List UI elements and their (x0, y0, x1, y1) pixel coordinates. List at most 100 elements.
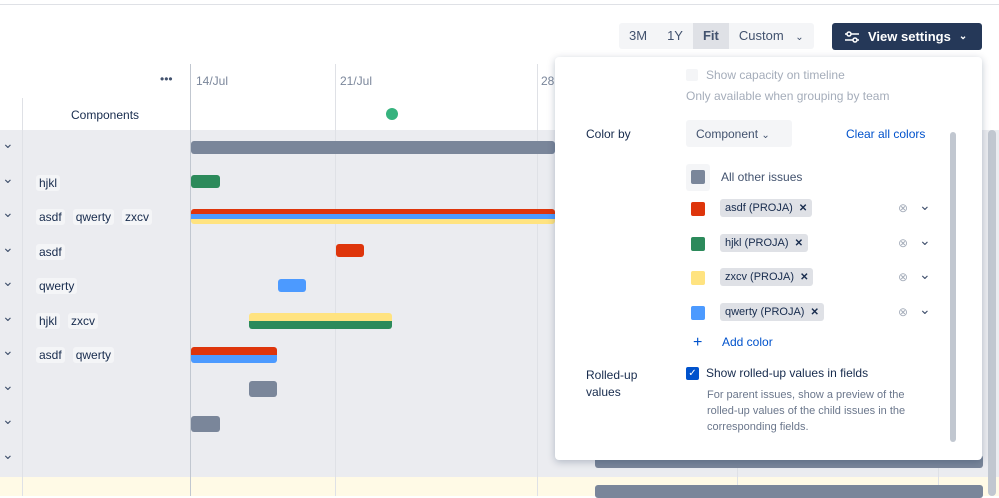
component-tag: asdf (36, 209, 65, 225)
expand-chevron-icon[interactable]: ⌄ (2, 377, 14, 394)
range-fit-button[interactable]: Fit (692, 23, 729, 49)
view-settings-panel: Show capacity on timeline Only available… (555, 57, 982, 460)
remove-chip-icon[interactable]: ✕ (810, 307, 818, 318)
expand-chevron-icon[interactable]: ⌄ (2, 411, 14, 428)
capacity-label: Show capacity on timeline (706, 68, 845, 82)
color-swatch[interactable] (691, 236, 705, 251)
sliders-icon (845, 30, 859, 43)
color-swatch[interactable] (691, 202, 705, 216)
range-custom-dropdown[interactable]: Custom ⌄ (729, 23, 814, 49)
color-by-dropdown[interactable]: Component ⌄ (686, 120, 792, 147)
components-cell: qwerty (36, 278, 85, 294)
clear-all-colors-link[interactable]: Clear all colors (846, 127, 925, 141)
component-chip-label: asdf (PROJA) (725, 202, 793, 214)
timeline-bar[interactable] (249, 381, 277, 397)
component-chip-label: qwerty (PROJA) (725, 305, 805, 318)
chevron-down-icon[interactable]: ⌄ (919, 232, 931, 249)
component-tag: hjkl (36, 174, 61, 191)
component-tag: asdf (36, 243, 65, 260)
components-column-header: Components (71, 108, 140, 122)
components-cell: asdf qwerty zxcv (36, 209, 160, 225)
timeline-bar[interactable] (595, 485, 983, 498)
chevron-down-icon: ⌄ (795, 32, 804, 43)
rolled-up-label: Rolled-up values (586, 368, 638, 399)
color-by-label: Color by (586, 127, 631, 141)
column-divider (22, 130, 23, 496)
component-tag: zxcv (68, 312, 99, 329)
expand-chevron-icon[interactable]: ⌄ (2, 273, 14, 290)
plus-icon[interactable]: + (693, 334, 702, 352)
add-color-link[interactable]: Add color (722, 335, 773, 349)
view-settings-button[interactable]: View settings ⌄ (832, 23, 982, 50)
timeline-bar[interactable] (191, 347, 277, 363)
component-chip: qwerty (PROJA) ✕ (720, 302, 824, 321)
component-tag: qwerty (36, 278, 78, 294)
view-settings-label: View settings (868, 29, 951, 44)
timeline-bar[interactable] (191, 416, 220, 432)
component-chip-label: hjkl (PROJA) (725, 236, 789, 249)
date-label: 14/Jul (196, 74, 229, 88)
chevron-down-icon: ⌄ (958, 31, 968, 42)
components-cell: asdf qwerty (36, 347, 122, 363)
all-other-color-picker[interactable] (686, 164, 710, 191)
components-cell: asdf (36, 243, 73, 260)
date-label: 28 (541, 74, 555, 88)
color-swatch[interactable] (691, 305, 705, 320)
remove-chip-icon[interactable]: ✕ (800, 272, 808, 283)
capacity-checkbox[interactable] (686, 69, 698, 81)
clear-rule-icon[interactable]: ⊗ (898, 236, 908, 250)
components-cell: hjkl zxcv (36, 312, 106, 329)
clear-rule-icon[interactable]: ⊗ (898, 270, 908, 284)
timeline-bar[interactable] (336, 244, 364, 257)
component-tag: asdf (36, 347, 65, 363)
component-chip: zxcv (PROJA) ✕ (720, 268, 814, 286)
component-tag: qwerty (72, 209, 115, 225)
color-swatch (691, 170, 705, 184)
rolled-up-checkbox-label: Show rolled-up values in fields (706, 366, 869, 380)
component-chip: hjkl (PROJA) ✕ (720, 233, 808, 252)
chevron-down-icon[interactable]: ⌄ (919, 266, 931, 283)
time-range-selector: 3M 1Y Fit Custom ⌄ (619, 23, 814, 49)
expand-chevron-icon[interactable]: ⌄ (2, 170, 14, 187)
range-3m-button[interactable]: 3M (619, 23, 657, 49)
component-chip: asdf (PROJA) ✕ (720, 199, 813, 217)
timeline-bar[interactable] (191, 209, 555, 224)
color-swatch[interactable] (691, 271, 705, 285)
chevron-down-icon: ⌄ (761, 130, 770, 141)
expand-chevron-icon[interactable]: ⌄ (2, 308, 14, 325)
clear-rule-icon[interactable]: ⊗ (898, 305, 908, 319)
components-cell: hjkl (36, 174, 68, 191)
chevron-down-icon[interactable]: ⌄ (919, 301, 931, 318)
color-by-value: Component (696, 127, 759, 141)
expand-chevron-icon[interactable]: ⌄ (2, 239, 14, 256)
component-tag: qwerty (72, 347, 115, 363)
timeline-bar[interactable] (278, 279, 306, 292)
expand-chevron-icon[interactable]: ⌄ (2, 204, 14, 221)
page-scrollbar[interactable] (988, 130, 996, 496)
timeline-bar[interactable] (191, 141, 555, 154)
expand-chevron-icon[interactable]: ⌄ (2, 135, 14, 152)
chevron-down-icon[interactable]: ⌄ (919, 197, 931, 214)
today-marker (386, 108, 398, 120)
range-1y-button[interactable]: 1Y (657, 23, 693, 49)
more-options-button[interactable]: ••• (160, 72, 173, 86)
clear-rule-icon[interactable]: ⊗ (898, 201, 908, 215)
rolled-up-help: For parent issues, show a preview of the… (707, 389, 906, 433)
remove-chip-icon[interactable]: ✕ (799, 203, 807, 214)
component-tag: zxcv (122, 209, 153, 225)
expand-chevron-icon[interactable]: ⌄ (2, 342, 14, 359)
component-tag: hjkl (36, 312, 61, 329)
remove-chip-icon[interactable]: ✕ (795, 238, 803, 249)
custom-label: Custom (738, 28, 784, 43)
week-gridline (335, 64, 336, 496)
timeline-bar[interactable] (191, 175, 220, 188)
capacity-help: Only available when grouping by team (686, 89, 890, 103)
date-label: 21/Jul (340, 74, 373, 88)
panel-scrollbar[interactable] (950, 132, 956, 442)
timeline-bar[interactable] (249, 313, 392, 329)
top-divider (0, 4, 999, 5)
week-gridline (537, 64, 538, 496)
rolled-up-checkbox[interactable]: ✓ (686, 367, 699, 380)
component-chip-label: zxcv (PROJA) (725, 271, 795, 283)
expand-chevron-icon[interactable]: ⌄ (2, 446, 14, 463)
